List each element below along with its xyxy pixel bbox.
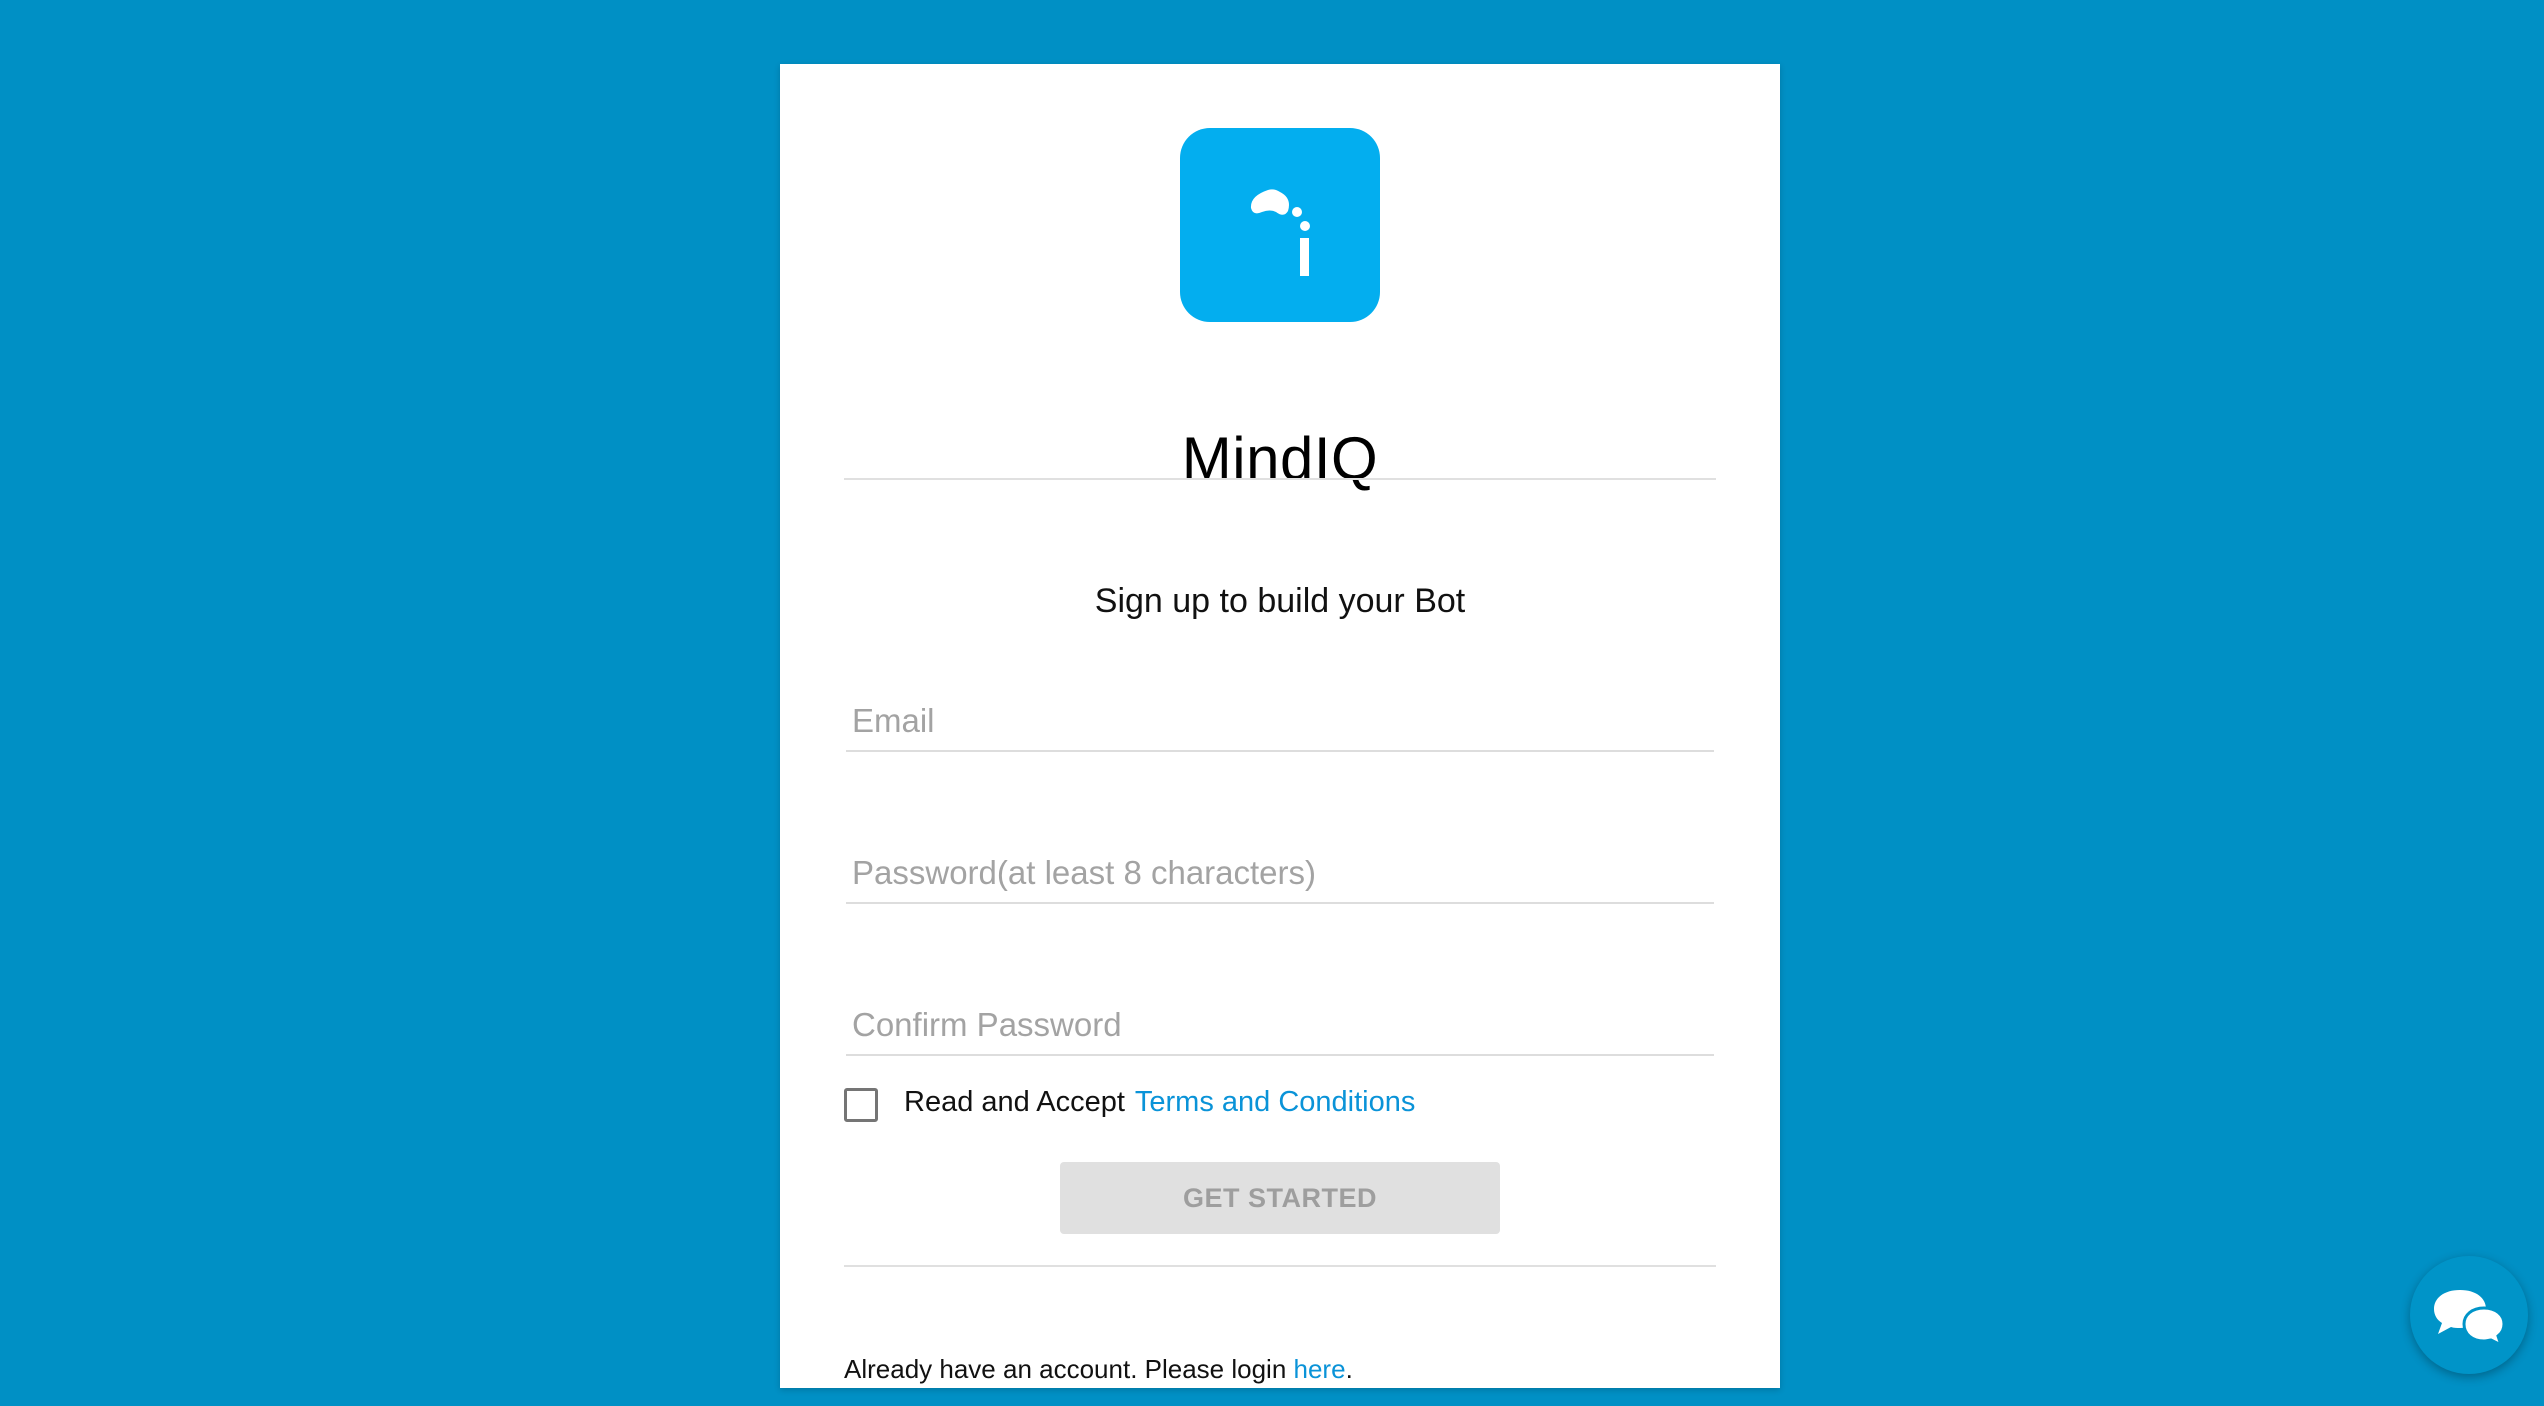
get-started-button[interactable]: GET STARTED (1060, 1162, 1500, 1234)
terms-label: Read and Accept (904, 1086, 1125, 1118)
mindiq-logo-icon (1180, 128, 1380, 322)
chat-widget-button[interactable] (2410, 1256, 2528, 1374)
signup-card: MindIQ Sign up to build your Bot Read an… (780, 64, 1780, 1388)
login-prompt-suffix: . (1345, 1354, 1353, 1384)
email-field[interactable] (846, 692, 1714, 752)
footer-divider (844, 1265, 1716, 1267)
password-field[interactable] (846, 844, 1714, 904)
terms-checkbox[interactable] (844, 1088, 878, 1122)
signup-subtitle: Sign up to build your Bot (1094, 582, 1466, 620)
terms-row: Read and Accept Terms and Conditions (904, 1086, 1415, 1119)
app-title: MindIQ (1181, 425, 1379, 492)
login-prompt: Already have an account. Please login he… (844, 1354, 1353, 1385)
login-prompt-text: Already have an account. Please login (844, 1354, 1294, 1384)
header-divider (844, 478, 1716, 480)
terms-link[interactable]: Terms and Conditions (1135, 1086, 1415, 1118)
confirm-password-field[interactable] (846, 996, 1714, 1056)
login-link[interactable]: here (1294, 1354, 1346, 1384)
chat-bubbles-icon (2434, 1290, 2506, 1348)
